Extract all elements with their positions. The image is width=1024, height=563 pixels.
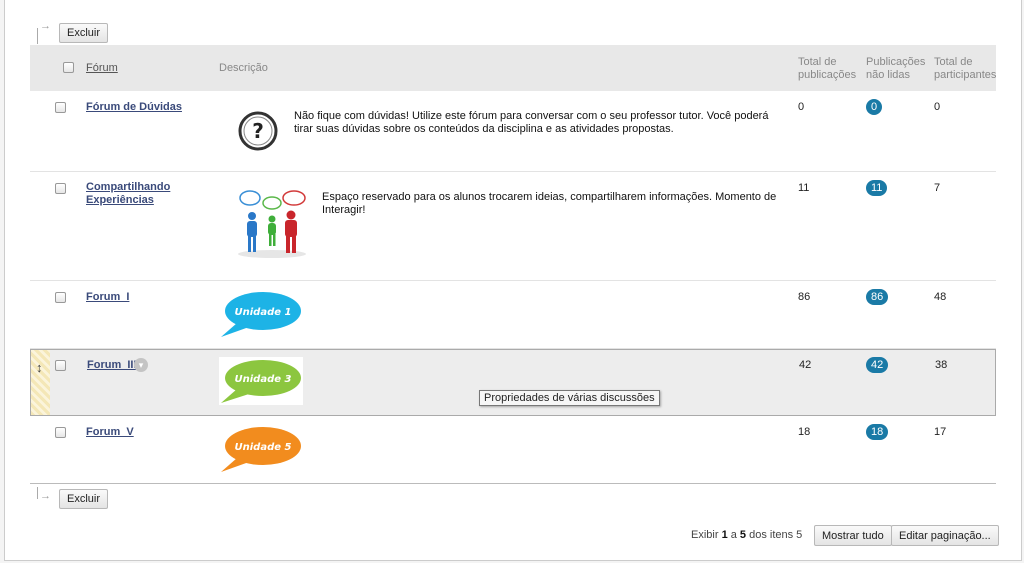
description-line: tirar suas dúvidas sobre os conteúdos da…: [294, 123, 674, 135]
forum-column-header[interactable]: Fórum: [86, 62, 118, 75]
drag-arrows-icon: ↕: [36, 360, 43, 375]
table-header: Fórum Descrição Total de publicações Pub…: [30, 45, 996, 91]
pagination-prefix: Exibir: [691, 529, 722, 541]
forum-link[interactable]: Forum_III: [87, 359, 137, 372]
pagination-suffix: dos itens 5: [746, 529, 803, 541]
unidade-3-speech-bubble: Unidade 3: [219, 357, 303, 405]
unread-badge[interactable]: 86: [866, 289, 889, 305]
forum-link[interactable]: Compartilhando: [86, 181, 170, 194]
participants-header-line1: Total de: [934, 56, 973, 68]
forum-link[interactable]: Experiências: [86, 194, 154, 207]
table-row: Fórum de Dúvidas ? Não fique com dúvidas…: [30, 91, 996, 172]
table-bottom-divider: [30, 483, 996, 484]
description-line: Espaço reservado para os alunos trocarem…: [322, 191, 777, 203]
row-checkbox[interactable]: [55, 183, 66, 194]
table-row: Forum_I Unidade 1 86 86 48: [30, 281, 996, 349]
total-posts-header-line1: Total de: [798, 56, 837, 68]
people-talking-illustration: [238, 190, 306, 258]
context-menu-chevron-icon[interactable]: ▾: [134, 358, 148, 372]
table-row: Forum_V Unidade 5 18 18 17: [30, 416, 996, 483]
unread-posts-header-line1: Publicações: [866, 56, 926, 68]
total-posts-header-line2: publicações: [798, 69, 857, 81]
row-checkbox[interactable]: [55, 292, 66, 303]
unread-posts-header-line2: não lidas: [866, 69, 911, 81]
delete-button-bottom[interactable]: Excluir: [59, 489, 109, 509]
unread-badge[interactable]: 18: [866, 424, 889, 440]
unidade-1-label: Unidade 1: [235, 307, 292, 318]
unread-badge[interactable]: 11: [866, 180, 888, 196]
row-checkbox[interactable]: [55, 102, 66, 113]
participants-value: 7: [934, 182, 941, 194]
participants-value: 17: [934, 426, 947, 438]
question-mark-icon: ?: [238, 111, 278, 151]
total-posts-value: 18: [798, 426, 811, 438]
unidade-5-speech-bubble: Unidade 5: [221, 427, 301, 472]
forum-link[interactable]: Fórum de Dúvidas: [86, 101, 182, 114]
drag-handle[interactable]: ↕: [31, 350, 50, 415]
pagination-middle: a: [727, 529, 740, 541]
description-line: Não fique com dúvidas! Utilize este fóru…: [294, 110, 769, 122]
unread-badge[interactable]: 42: [866, 357, 889, 373]
total-posts-value: 42: [799, 359, 812, 371]
unidade-5-label: Unidade 5: [235, 442, 292, 453]
participants-value: 0: [934, 101, 941, 113]
forum-link[interactable]: Forum_I: [86, 291, 129, 304]
pagination-status: Exibir 1 a 5 dos itens 5: [691, 529, 802, 541]
unidade-3-label: Unidade 3: [235, 374, 292, 385]
unidade-1-speech-bubble: Unidade 1: [221, 292, 301, 337]
total-posts-value: 0: [798, 101, 805, 113]
unread-badge[interactable]: 0: [866, 99, 883, 115]
row-checkbox[interactable]: [55, 360, 66, 371]
show-all-button[interactable]: Mostrar tudo: [814, 525, 892, 546]
select-all-checkbox[interactable]: [63, 62, 74, 73]
participants-value: 48: [934, 291, 947, 303]
row-checkbox[interactable]: [55, 427, 66, 438]
total-posts-value: 11: [798, 182, 810, 194]
arrow-connector-icon: [37, 20, 53, 44]
tooltip: Propriedades de várias discussões: [479, 390, 660, 406]
svg-text:?: ?: [252, 119, 264, 143]
forum-link[interactable]: Forum_V: [86, 426, 134, 439]
participants-value: 38: [935, 359, 948, 371]
description-line: Interagir!: [322, 204, 366, 216]
delete-button-top[interactable]: Excluir: [59, 23, 109, 43]
description-column-header: Descrição: [219, 62, 268, 74]
edit-pagination-button[interactable]: Editar paginação...: [891, 525, 999, 546]
table-row: Compartilhando Experiências Espaço reser…: [30, 172, 996, 281]
arrow-connector-icon: [37, 487, 53, 502]
participants-header-line2: participantes: [934, 69, 997, 81]
total-posts-value: 86: [798, 291, 811, 303]
